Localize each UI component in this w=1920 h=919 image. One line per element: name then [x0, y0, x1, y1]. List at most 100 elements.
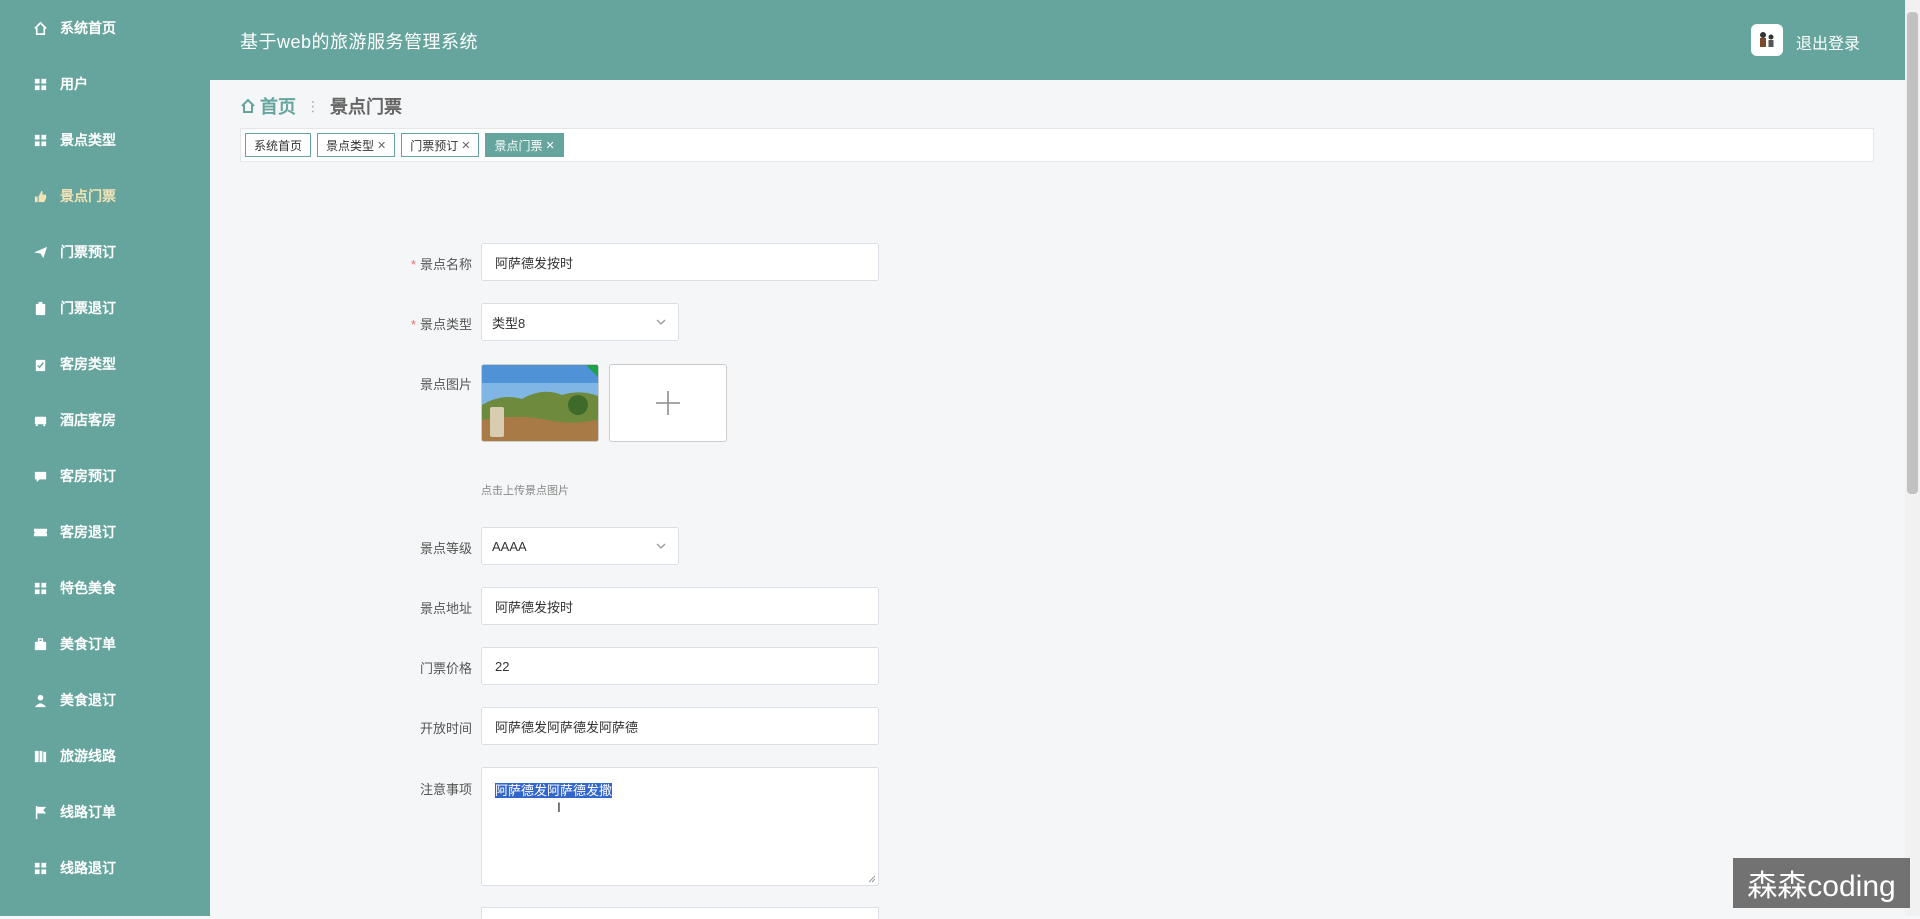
type-select-value: 类型8 [492, 315, 526, 331]
thumb-icon [32, 188, 48, 204]
clipboard-check-icon [32, 356, 48, 372]
sidebar-item[interactable]: 酒店客房 [0, 392, 210, 448]
sidebar-item[interactable]: 客房类型 [0, 336, 210, 392]
form-label-price: 门票价格 [419, 661, 472, 676]
clipboard-icon [32, 300, 48, 316]
plus-icon [656, 391, 680, 415]
flag-icon [32, 804, 48, 820]
spot-image-thumbnail[interactable] [481, 364, 599, 442]
tab-tag[interactable]: 门票预订 ✕ [401, 133, 480, 157]
required-mark: * [410, 317, 416, 332]
send-icon [32, 244, 48, 260]
sidebar-item[interactable]: 用户 [0, 56, 210, 112]
resize-handle-icon [868, 875, 876, 883]
form-label-image: 景点图片 [419, 377, 472, 392]
sidebar-item-label: 客房预订 [60, 468, 116, 484]
next-field-partial[interactable] [481, 907, 879, 919]
video-watermark: 森森coding [1733, 858, 1910, 908]
sidebar-item[interactable]: 旅游线路 [0, 728, 210, 784]
required-mark: * [410, 257, 416, 272]
sidebar-item[interactable]: 客房退订 [0, 504, 210, 560]
tab-tag[interactable]: 系统首页 [245, 133, 312, 157]
notes-textarea[interactable]: 阿萨德发阿萨德发撒 [481, 767, 879, 886]
breadcrumb: 首页 ⋮ 景点门票 [240, 94, 402, 118]
sidebar-item[interactable]: 系统首页 [0, 0, 210, 56]
hours-input[interactable]: 阿萨德发阿萨德发阿萨德 [481, 707, 879, 745]
breadcrumb-home[interactable]: 首页 [240, 93, 296, 119]
sidebar-item-label: 酒店客房 [60, 412, 116, 428]
grid-icon [32, 132, 48, 148]
sidebar-item-label: 线路订单 [60, 804, 116, 820]
name-input[interactable]: 阿萨德发按时 [481, 243, 879, 281]
sidebar-item[interactable]: 门票预订 [0, 224, 210, 280]
tags-view-bar: 系统首页 景点类型 ✕ 门票预订 ✕ 景点门票 ✕ [240, 128, 1874, 162]
type-select[interactable]: 类型8 [481, 303, 679, 341]
chat-icon [32, 468, 48, 484]
top-header: 基于web的旅游服务管理系统 退出登录 [210, 0, 1905, 80]
tab-tag-label: 景点门票 [494, 138, 543, 153]
logout-button[interactable]: 退出登录 [1796, 30, 1860, 54]
form-label-name: * 景点名称 [360, 254, 472, 273]
breadcrumb-home-label: 首页 [260, 97, 296, 117]
tab-tag-label: 门票预订 [410, 138, 459, 153]
bed-icon [32, 412, 48, 428]
sidebar-item-label: 门票退订 [60, 300, 116, 316]
sidebar-item[interactable]: 景点类型 [0, 112, 210, 168]
sidebar-item[interactable]: 特色美食 [0, 560, 210, 616]
breadcrumb-separator: ⋮ [306, 97, 320, 114]
form-label-address: 景点地址 [419, 601, 472, 616]
close-icon[interactable]: ✕ [377, 139, 386, 152]
app-title: 基于web的旅游服务管理系统 [240, 32, 479, 52]
grid-icon [32, 860, 48, 876]
chevron-down-icon [656, 319, 666, 325]
ticket-icon [32, 524, 48, 540]
close-icon[interactable]: ✕ [546, 139, 555, 152]
image-upload-button[interactable] [609, 364, 727, 442]
close-icon[interactable]: ✕ [461, 139, 470, 152]
home-icon [32, 20, 48, 36]
form-label-type: * 景点类型 [360, 314, 472, 333]
sidebar-item-label: 美食订单 [60, 636, 116, 652]
tab-tag[interactable]: 景点门票 ✕ [485, 133, 564, 157]
sidebar-item-label: 特色美食 [60, 580, 116, 596]
text-cursor-icon: I [557, 799, 561, 815]
sidebar-item-label: 景点门票 [60, 188, 116, 204]
name-label: 景点名称 [419, 257, 472, 272]
sidebar-item-label: 用户 [60, 76, 88, 92]
grid-icon [32, 580, 48, 596]
avatar-icon [1760, 32, 1774, 47]
sidebar-item[interactable]: 门票退订 [0, 280, 210, 336]
breadcrumb-current: 景点门票 [330, 97, 402, 117]
level-select-value: AAAA [492, 538, 527, 554]
grid-icon [32, 76, 48, 92]
sidebar: 系统首页用户景点类型景点门票门票预订门票退订客房类型酒店客房客房预订客房退订特色… [0, 0, 210, 916]
form-label-level: 景点等级 [419, 541, 472, 556]
address-input[interactable]: 阿萨德发按时 [481, 587, 879, 625]
price-input[interactable]: 22 [481, 647, 879, 685]
sidebar-item-label: 客房退订 [60, 524, 116, 540]
tab-tag-label: 系统首页 [254, 138, 303, 153]
type-label: 景点类型 [419, 317, 472, 332]
sidebar-item[interactable]: 客房预订 [0, 448, 210, 504]
form-label-notes: 注意事项 [419, 782, 472, 797]
sidebar-item[interactable]: 美食订单 [0, 616, 210, 672]
home-icon [241, 98, 255, 113]
tab-tag[interactable]: 景点类型 ✕ [317, 133, 396, 157]
level-select[interactable]: AAAA [481, 527, 679, 565]
user-icon [32, 692, 48, 708]
sidebar-item[interactable]: 线路订单 [0, 784, 210, 840]
avatar[interactable] [1751, 24, 1783, 56]
sidebar-item-label: 门票预订 [60, 244, 116, 260]
image-upload-hint: 点击上传景点图片 [481, 485, 569, 497]
sidebar-item[interactable]: 线路退订 [0, 840, 210, 896]
sidebar-item-label: 客房类型 [60, 356, 116, 372]
sidebar-item[interactable]: 景点门票 [0, 168, 210, 224]
sidebar-item-label: 旅游线路 [60, 748, 116, 764]
page-scrollbar-thumb[interactable] [1907, 12, 1918, 494]
tab-tag-label: 景点类型 [326, 138, 375, 153]
landscape-image [482, 365, 598, 441]
sidebar-item-label: 系统首页 [60, 20, 116, 36]
sidebar-item-label: 景点类型 [60, 132, 116, 148]
form-label-hours: 开放时间 [419, 721, 472, 736]
sidebar-item[interactable]: 美食退订 [0, 672, 210, 728]
